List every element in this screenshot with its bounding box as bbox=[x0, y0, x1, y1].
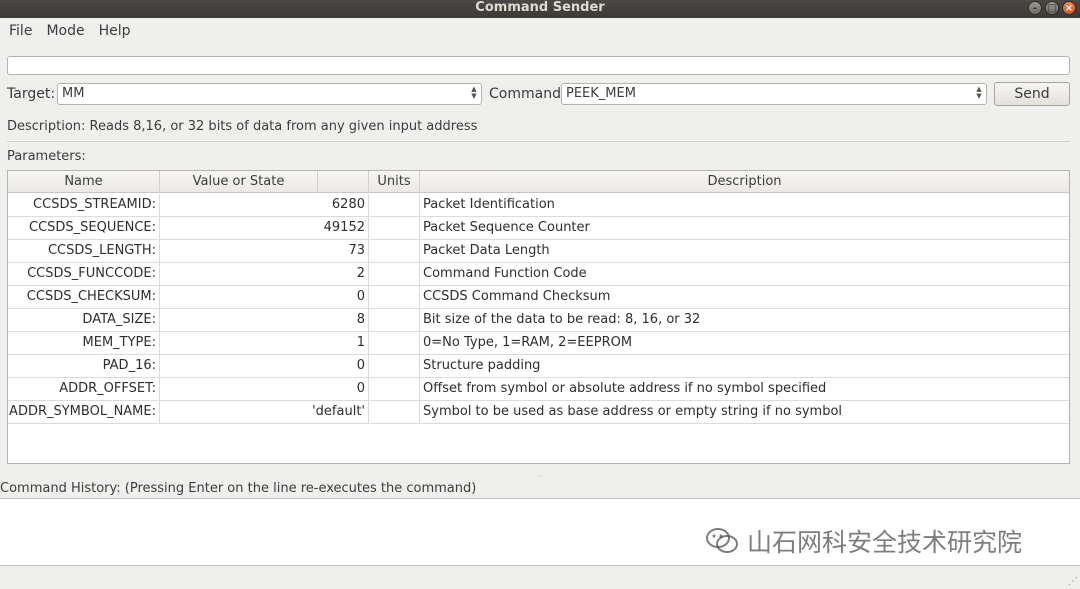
param-description: Packet Data Length bbox=[423, 243, 550, 258]
watermark-text: 山石网科安全技术研究院 bbox=[747, 528, 1023, 557]
table-row[interactable]: CCSDS_CHECKSUM: 0 CCSDS Command Checksum bbox=[8, 286, 1069, 309]
window-controls: – □ × bbox=[1028, 1, 1076, 15]
table-row[interactable]: PAD_16: 0 Structure padding bbox=[8, 355, 1069, 378]
parameters-table: Name Value or State Units Description CC… bbox=[7, 170, 1070, 464]
param-name: CCSDS_CHECKSUM: bbox=[8, 286, 160, 308]
param-units bbox=[369, 194, 420, 216]
param-name: CCSDS_LENGTH: bbox=[8, 240, 160, 262]
menu-mode[interactable]: Mode bbox=[39, 23, 91, 39]
menu-help[interactable]: Help bbox=[92, 23, 138, 39]
table-row[interactable]: ADDR_SYMBOL_NAME: 'default' Symbol to be… bbox=[8, 401, 1069, 424]
target-command-row: Target: MM ▲ ▼ Command: PEEK_MEM ▲ ▼ Send bbox=[0, 82, 1080, 106]
param-value[interactable]: 49152 bbox=[160, 217, 369, 239]
param-name: CCSDS_SEQUENCE: bbox=[8, 217, 160, 239]
param-description: Structure padding bbox=[423, 358, 541, 373]
param-name: ADDR_SYMBOL_NAME: bbox=[8, 401, 160, 423]
divider bbox=[7, 141, 1070, 142]
command-label: Command: bbox=[489, 86, 566, 102]
param-description: Offset from symbol or absolute address i… bbox=[423, 381, 827, 396]
table-row[interactable]: CCSDS_SEQUENCE: 49152 Packet Sequence Co… bbox=[8, 217, 1069, 240]
target-select[interactable]: MM ▲ ▼ bbox=[57, 83, 482, 105]
param-value[interactable]: 2 bbox=[160, 263, 369, 285]
table-row[interactable]: MEM_TYPE: 1 0=No Type, 1=RAM, 2=EEPROM bbox=[8, 332, 1069, 355]
param-value[interactable]: 0 bbox=[160, 378, 369, 400]
param-value[interactable]: 8 bbox=[160, 309, 369, 331]
param-units bbox=[369, 332, 420, 354]
param-value[interactable]: 0 bbox=[160, 286, 369, 308]
table-row[interactable]: DATA_SIZE: 8 Bit size of the data to be … bbox=[8, 309, 1069, 332]
target-label: Target: bbox=[7, 86, 56, 102]
param-description: Command Function Code bbox=[423, 266, 587, 281]
table-row[interactable]: CCSDS_FUNCCODE: 2 Command Function Code bbox=[8, 263, 1069, 286]
close-icon[interactable]: × bbox=[1062, 1, 1076, 15]
title-bar: Command Sender – □ × bbox=[0, 0, 1080, 18]
command-line-input[interactable] bbox=[7, 56, 1070, 75]
param-value[interactable]: 1 bbox=[160, 332, 369, 354]
command-description: Description: Reads 8,16, or 32 bits of d… bbox=[7, 119, 478, 134]
command-select[interactable]: PEEK_MEM ▲ ▼ bbox=[561, 83, 987, 105]
watermark: 山石网科安全技术研究院 bbox=[705, 526, 1023, 557]
param-name: PAD_16: bbox=[8, 355, 160, 377]
param-units bbox=[369, 355, 420, 377]
param-units bbox=[369, 286, 420, 308]
param-name: MEM_TYPE: bbox=[8, 332, 160, 354]
wechat-icon bbox=[706, 528, 738, 553]
param-description: CCSDS Command Checksum bbox=[423, 289, 611, 304]
param-value[interactable]: 73 bbox=[160, 240, 369, 262]
table-row[interactable]: CCSDS_LENGTH: 73 Packet Data Length bbox=[8, 240, 1069, 263]
resize-grip-icon[interactable]: ⋰ bbox=[1068, 576, 1078, 587]
header-value[interactable]: Value or State bbox=[160, 171, 318, 193]
parameters-label: Parameters: bbox=[7, 149, 86, 164]
param-units bbox=[369, 217, 420, 239]
maximize-icon[interactable]: □ bbox=[1045, 1, 1059, 15]
param-units bbox=[369, 240, 420, 262]
param-name: ADDR_OFFSET: bbox=[8, 378, 160, 400]
header-units[interactable]: Units bbox=[369, 171, 420, 193]
spin-arrows-icon: ▲ ▼ bbox=[976, 85, 982, 100]
param-name: DATA_SIZE: bbox=[8, 309, 160, 331]
header-description[interactable]: Description bbox=[420, 171, 1069, 193]
param-description: Bit size of the data to be read: 8, 16, … bbox=[423, 312, 701, 327]
param-description: 0=No Type, 1=RAM, 2=EEPROM bbox=[423, 335, 633, 350]
header-blank bbox=[318, 171, 369, 193]
param-description: Packet Sequence Counter bbox=[423, 220, 590, 235]
param-value[interactable]: 'default' bbox=[160, 401, 369, 423]
send-button[interactable]: Send bbox=[994, 82, 1070, 106]
target-value: MM bbox=[62, 86, 85, 101]
command-value: PEEK_MEM bbox=[566, 86, 636, 101]
minimize-icon[interactable]: – bbox=[1028, 1, 1042, 15]
command-history-label: Command History: (Pressing Enter on the … bbox=[0, 481, 477, 496]
param-description: Packet Identification bbox=[423, 197, 555, 212]
header-name[interactable]: Name bbox=[8, 171, 160, 193]
param-name: CCSDS_FUNCCODE: bbox=[8, 263, 160, 285]
param-name: CCSDS_STREAMID: bbox=[8, 194, 160, 216]
param-units bbox=[369, 401, 420, 423]
param-units bbox=[369, 263, 420, 285]
param-units bbox=[369, 309, 420, 331]
param-description: Symbol to be used as base address or emp… bbox=[423, 404, 843, 419]
table-header: Name Value or State Units Description bbox=[8, 171, 1069, 193]
spin-arrows-icon: ▲ ▼ bbox=[471, 85, 477, 100]
table-row[interactable]: CCSDS_STREAMID: 6280 Packet Identificati… bbox=[8, 194, 1069, 217]
param-value[interactable]: 0 bbox=[160, 355, 369, 377]
param-value[interactable]: 6280 bbox=[160, 194, 369, 216]
table-row[interactable]: ADDR_OFFSET: 0 Offset from symbol or abs… bbox=[8, 378, 1069, 401]
menu-bar: File Mode Help bbox=[0, 18, 1080, 44]
param-units bbox=[369, 378, 420, 400]
menu-file[interactable]: File bbox=[2, 23, 39, 39]
window-title: Command Sender bbox=[475, 0, 605, 15]
status-bar: ⋰ bbox=[0, 566, 1080, 589]
